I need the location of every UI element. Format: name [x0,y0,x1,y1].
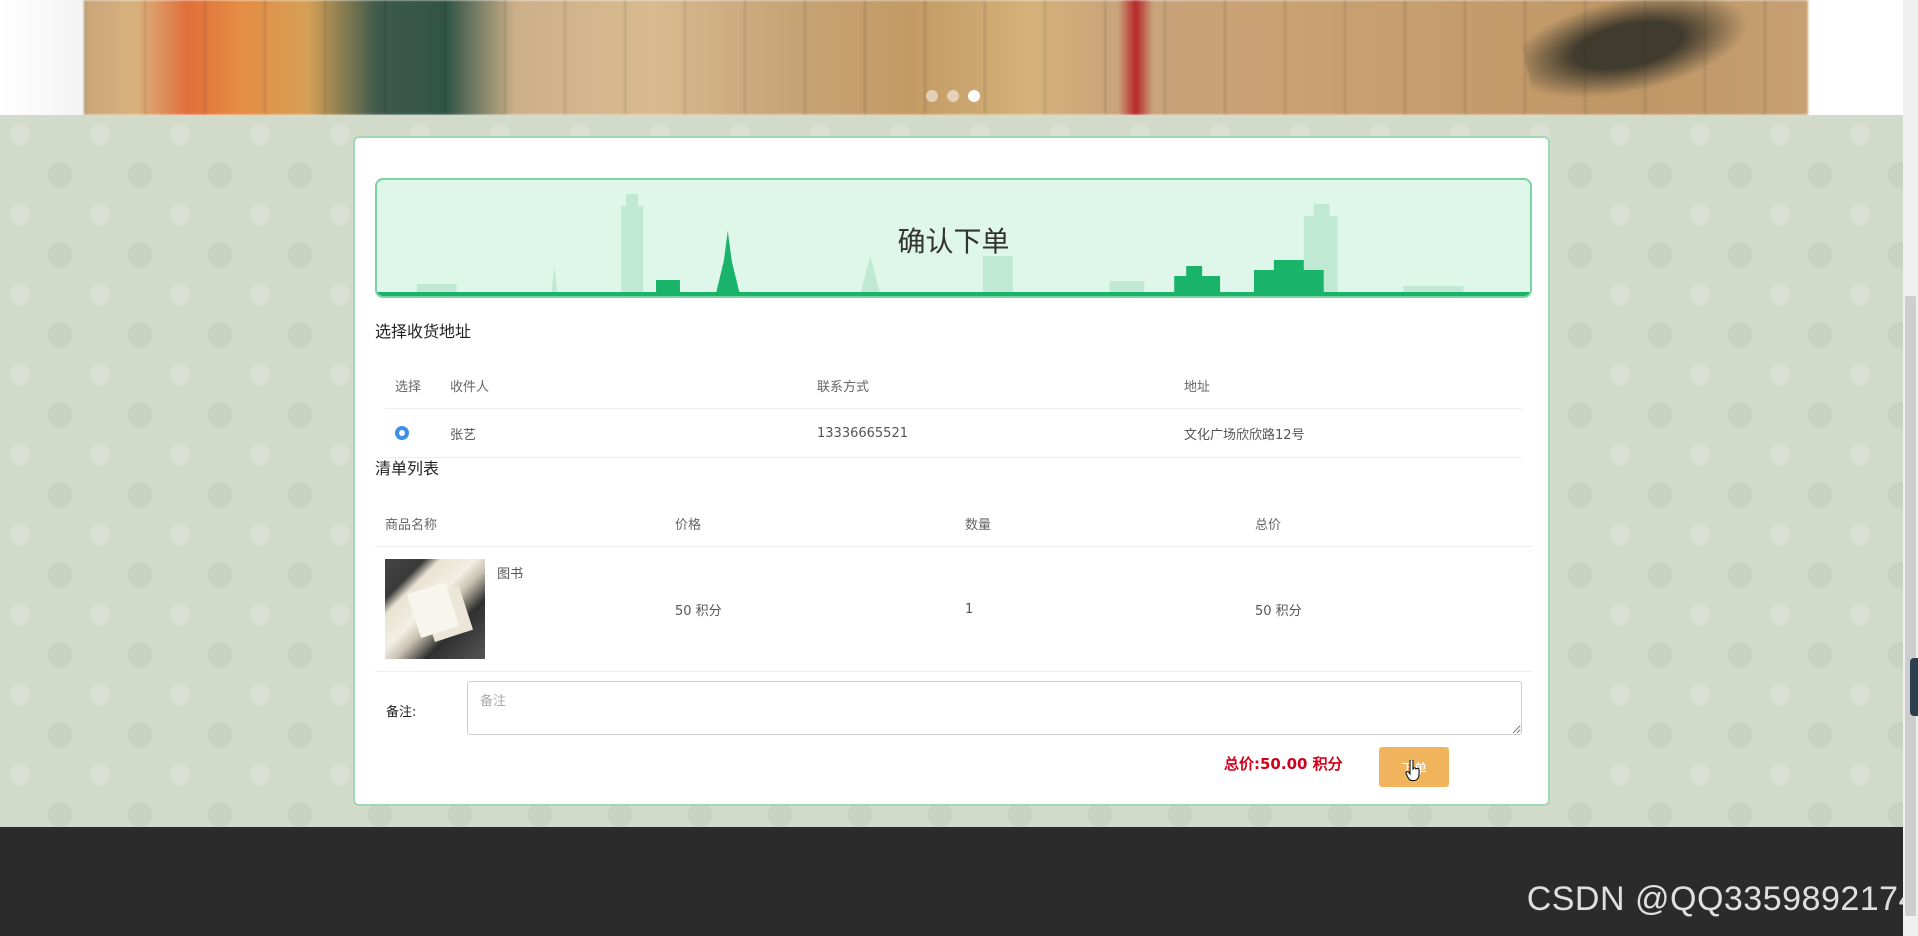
quantity-cell: 1 [955,546,1245,672]
page-header: 确认下单 [375,178,1532,298]
note-input[interactable] [467,681,1522,735]
carousel-dots [926,90,980,102]
product-image[interactable] [385,559,485,659]
column-header: 联系方式 [817,379,870,395]
carousel-dot-1[interactable] [926,90,938,102]
item-table: 商品名称 价格 数量 总价 图书 50 积分 1 50 积分 [375,500,1532,672]
banner-edge [0,0,84,115]
total-label: 总价: [1224,755,1260,773]
subtotal-cell: 50 积分 [1245,546,1532,672]
hand-cursor-icon [1405,760,1420,781]
page-title: 确认下单 [897,225,1010,258]
recipient-cell: 张艺 [440,408,807,458]
order-panel: 确认下单 选择收货地址 选择 收件人 联系方式 地址 张艺 1333666552… [353,136,1550,806]
banner-brush-art [1514,0,1794,115]
scrollbar[interactable] [1903,0,1918,936]
banner-carousel [0,0,1903,115]
csdn-watermark: CSDN @QQ3359892174 [1526,880,1918,918]
column-header: 地址 [1184,379,1211,395]
column-header: 收件人 [450,379,490,395]
address-table-header: 选择 收件人 联系方式 地址 [385,362,1522,409]
product-name: 图书 [497,567,524,582]
list-section-title: 清单列表 [375,459,440,478]
table-row[interactable]: 张艺 13336665521 文化广场欣欣路12号 [385,408,1522,458]
column-header: 价格 [675,517,702,533]
table-row: 图书 50 积分 1 50 积分 [375,546,1532,672]
total-price: 总价:50.00 积分 [1224,753,1343,774]
carousel-dot-3[interactable] [968,90,980,102]
address-section-title: 选择收货地址 [375,322,472,341]
total-value: 50.00 积分 [1260,755,1343,773]
product-cell: 图书 [375,546,665,672]
address-cell: 文化广场欣欣路12号 [1174,408,1522,458]
phone-cell: 13336665521 [807,408,1174,458]
column-header: 商品名称 [385,517,438,533]
carousel-dot-2[interactable] [947,90,959,102]
price-cell: 50 积分 [665,546,955,672]
scrollbar-thumb[interactable] [1905,296,1916,916]
address-table: 选择 收件人 联系方式 地址 张艺 13336665521 文化广场欣欣路12号 [385,362,1522,458]
side-float-widget[interactable] [1910,658,1918,716]
item-table-header: 商品名称 价格 数量 总价 [375,500,1532,547]
note-label: 备注: [386,705,417,720]
column-header: 选择 [395,379,422,395]
column-header: 总价 [1255,517,1282,533]
address-radio[interactable] [395,426,409,440]
address-select-cell [385,408,440,458]
column-header: 数量 [965,517,992,533]
